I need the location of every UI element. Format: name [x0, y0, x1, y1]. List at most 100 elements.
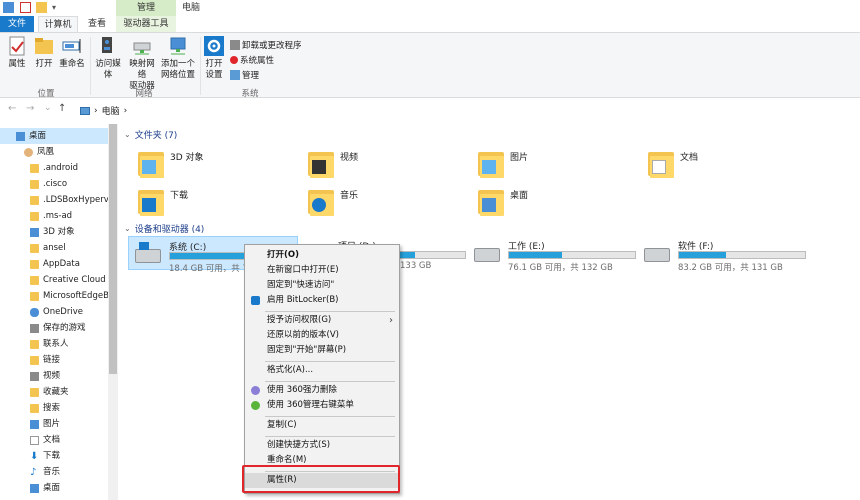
videos-folder-icon: [308, 146, 334, 178]
tab-file[interactable]: 文件: [0, 16, 34, 32]
uninstall-program-button[interactable]: 卸载或更改程序: [230, 39, 302, 51]
sidebar-item-folder[interactable]: .cisco: [0, 176, 108, 192]
sidebar-item-searches[interactable]: 搜索: [0, 400, 108, 416]
sidebar-item-downloads[interactable]: ⬇ 下载: [0, 448, 108, 464]
rename-button[interactable]: 重命名: [58, 35, 86, 70]
menu-item-360-delete[interactable]: 使用 360强力删除: [245, 383, 399, 398]
folder-desktop[interactable]: 桌面: [478, 184, 638, 224]
new-folder-quick-icon[interactable]: [36, 2, 47, 13]
folder-label: 下载: [170, 191, 189, 201]
folders-section-header[interactable]: ⌄ 文件夹 (7): [124, 128, 177, 141]
open-settings-button[interactable]: 打开 设置: [202, 35, 226, 81]
tab-view[interactable]: 查看: [80, 16, 114, 32]
forward-button[interactable]: →: [26, 103, 34, 114]
map-drive-button[interactable]: 映射网络 驱动器: [126, 35, 158, 92]
network-drive-icon: [133, 42, 151, 55]
menu-item-grant-access[interactable]: 授予访问权限(G) ›: [245, 313, 399, 328]
menu-separator: [265, 416, 395, 417]
access-media-label: 访问媒体: [95, 59, 121, 80]
manage-label: 管理: [242, 71, 260, 81]
folder-label: 3D 对象: [170, 153, 204, 163]
menu-item-360-manage[interactable]: 使用 360管理右键菜单: [245, 398, 399, 413]
sidebar-item-pictures[interactable]: 图片: [0, 416, 108, 432]
folder-icon: [30, 291, 39, 301]
menu-item-bitlocker[interactable]: 启用 BitLocker(B): [245, 293, 399, 308]
sidebar-item-folder[interactable]: .LDSBoxHypervis: [0, 192, 108, 208]
sidebar-item-label: OneDrive: [43, 307, 83, 317]
folder-music[interactable]: 音乐: [308, 184, 468, 224]
user-folder-icon: [24, 147, 33, 157]
up-button[interactable]: ↑: [58, 103, 66, 114]
sidebar-item-label: MicrosoftEdgeBa: [43, 291, 108, 301]
sidebar-item-folder[interactable]: ansel: [0, 240, 108, 256]
menu-item-restore-versions[interactable]: 还原以前的版本(V): [245, 328, 399, 343]
sidebar-item-desktop[interactable]: 桌面: [0, 480, 108, 496]
menu-item-open-new-window[interactable]: 在新窗口中打开(E): [245, 263, 399, 278]
properties-button[interactable]: 属性: [4, 35, 30, 70]
drive-f[interactable]: 软件 (F:) 83.2 GB 可用，共 131 GB: [638, 236, 808, 273]
folder-3d-objects[interactable]: 3D 对象: [138, 146, 298, 186]
menu-item-copy[interactable]: 复制(C): [245, 418, 399, 433]
folder-pictures[interactable]: 图片: [478, 146, 638, 186]
manage-button[interactable]: 管理: [230, 69, 259, 81]
group-network-label: 网络: [135, 89, 153, 99]
breadcrumb-this-pc[interactable]: 电脑: [102, 104, 120, 117]
sidebar-item-folder[interactable]: Creative Cloud Fi: [0, 272, 108, 288]
breadcrumb[interactable]: › 电脑 ›: [80, 104, 127, 117]
sidebar-item-contacts[interactable]: 联系人: [0, 336, 108, 352]
sidebar-item-folder[interactable]: .ms-ad: [0, 208, 108, 224]
sidebar-item-user[interactable]: 凤凰: [0, 144, 108, 160]
drive-usage-fill: [509, 252, 562, 258]
sidebar-item-favorites[interactable]: 收藏夹: [0, 384, 108, 400]
folder-icon: [30, 211, 39, 221]
devices-section-header[interactable]: ⌄ 设备和驱动器 (4): [124, 222, 204, 235]
sidebar-item-videos[interactable]: 视频: [0, 368, 108, 384]
sidebar-item-documents[interactable]: 文档: [0, 432, 108, 448]
folder-videos[interactable]: 视频: [308, 146, 468, 186]
folder-downloads[interactable]: 下载: [138, 184, 298, 224]
menu-item-format[interactable]: 格式化(A)...: [245, 363, 399, 378]
menu-item-pin-start[interactable]: 固定到"开始"屏幕(P): [245, 343, 399, 358]
system-properties-icon: [230, 56, 238, 64]
menu-item-label: 使用 360强力删除: [267, 385, 337, 395]
group-separator: [90, 37, 91, 95]
properties-quick-icon[interactable]: [20, 2, 31, 13]
videos-icon: [30, 371, 39, 381]
collapse-chevron-icon[interactable]: ⌄: [124, 224, 131, 233]
sidebar-item-onedrive[interactable]: OneDrive: [0, 304, 108, 320]
menu-item-create-shortcut[interactable]: 创建快捷方式(S): [245, 438, 399, 453]
open-button[interactable]: 打开: [32, 35, 56, 70]
menu-item-open[interactable]: 打开(O): [245, 248, 399, 263]
sidebar-item-label: 搜索: [43, 403, 61, 413]
drive-usage-bar: [508, 251, 636, 259]
collapse-chevron-icon[interactable]: ⌄: [124, 130, 131, 139]
sidebar-item-3d-objects[interactable]: 3D 对象: [0, 224, 108, 240]
sidebar-item-folder[interactable]: AppData: [0, 256, 108, 272]
drive-e[interactable]: 工作 (E:) 76.1 GB 可用，共 132 GB: [468, 236, 638, 273]
media-icon: [102, 37, 112, 53]
manage-context-tab[interactable]: 管理: [116, 0, 176, 16]
tab-computer[interactable]: 计算机: [38, 16, 78, 32]
documents-folder-icon: [648, 146, 674, 178]
sidebar-item-music[interactable]: ♪ 音乐: [0, 464, 108, 480]
add-network-location-button[interactable]: 添加一个 网络位置: [160, 35, 196, 81]
customize-quick-access-icon[interactable]: ▾: [52, 2, 63, 13]
sidebar-item-folder[interactable]: .android: [0, 160, 108, 176]
breadcrumb-separator[interactable]: ›: [124, 106, 128, 116]
music-note-icon: ♪: [30, 466, 37, 478]
sidebar-item-desktop[interactable]: 桌面: [0, 128, 108, 144]
downloads-folder-icon: [138, 184, 164, 216]
menu-item-pin-quick-access[interactable]: 固定到"快速访问": [245, 278, 399, 293]
access-media-button[interactable]: 访问媒体: [92, 35, 124, 81]
sidebar-item-folder[interactable]: MicrosoftEdgeBa: [0, 288, 108, 304]
system-properties-button[interactable]: 系统属性: [230, 54, 274, 66]
recent-locations-button[interactable]: ⌄: [44, 103, 52, 113]
folder-icon: [30, 243, 39, 253]
sidebar-scrollbar-thumb[interactable]: [109, 124, 117, 374]
back-button[interactable]: ←: [8, 103, 16, 114]
folder-documents[interactable]: 文档: [648, 146, 808, 186]
menu-separator: [265, 361, 395, 362]
sidebar-item-saved-games[interactable]: 保存的游戏: [0, 320, 108, 336]
sidebar-item-links[interactable]: 链接: [0, 352, 108, 368]
open-folder-icon: [35, 38, 53, 54]
